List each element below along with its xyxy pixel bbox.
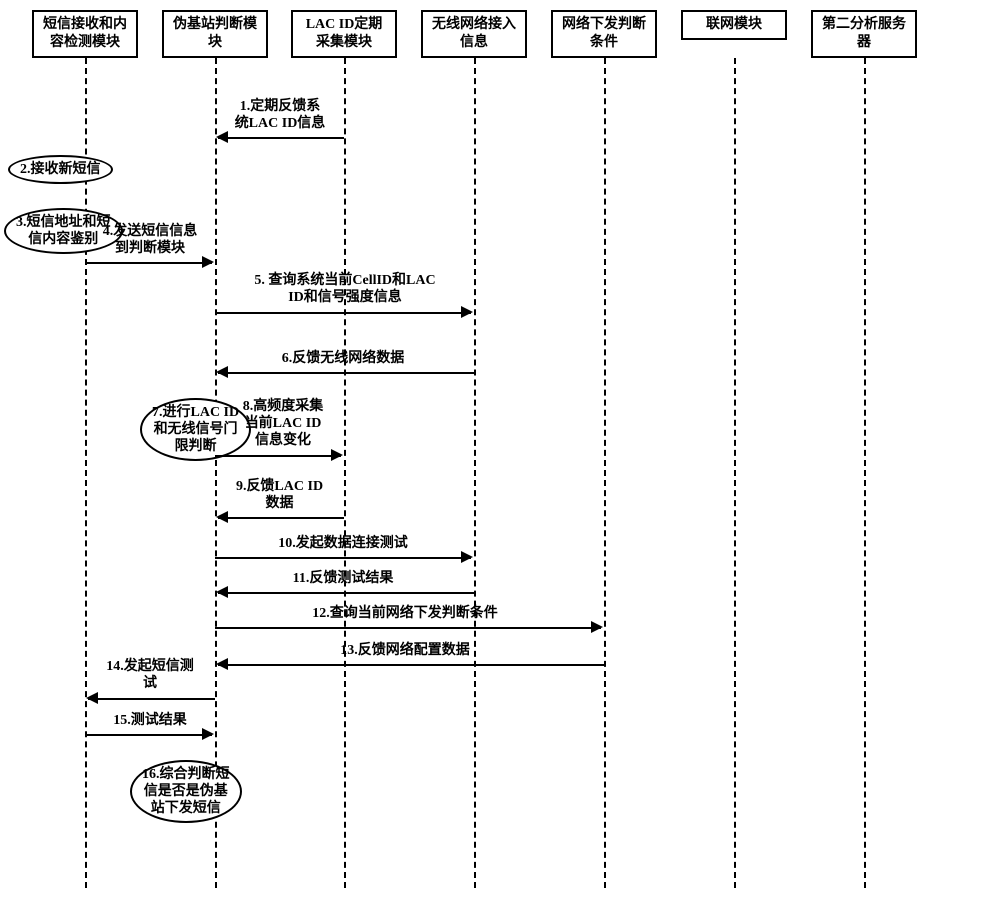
participant-network-module: 联网模块	[681, 10, 787, 40]
arrow-head	[591, 621, 603, 633]
msg-5: 5. 查询系统当前CellID和LACID和信号强度信息	[220, 272, 470, 306]
participant-fake-bs-module: 伪基站判断模块	[162, 10, 268, 58]
arrow	[85, 734, 212, 736]
arrow-head	[461, 551, 473, 563]
msg-8: 8.高频度采集当前LAC ID信息变化	[228, 398, 338, 449]
note-16: 16.综合判断短信是否是伪基站下发短信	[130, 760, 242, 823]
arrow-head	[202, 256, 214, 268]
msg-1: 1.定期反馈系统LAC ID信息	[220, 98, 340, 132]
msg-4: 4.发送短信信息到判断模块	[90, 223, 210, 257]
arrow	[218, 517, 344, 519]
arrow-head	[216, 586, 228, 598]
participant-network-cond: 网络下发判断条件	[551, 10, 657, 58]
arrow	[218, 137, 344, 139]
lifeline	[344, 58, 346, 888]
lifeline	[604, 58, 606, 888]
participant-sms-receive-module: 短信接收和内容检测模块	[32, 10, 138, 58]
lifeline	[734, 58, 736, 888]
arrow-head	[331, 449, 343, 461]
arrow	[88, 698, 215, 700]
arrow-head	[461, 306, 473, 318]
arrow	[215, 627, 601, 629]
arrow	[85, 262, 212, 264]
lifeline	[864, 58, 866, 888]
participant-second-server: 第二分析服务器	[811, 10, 917, 58]
msg-11: 11.反馈测试结果	[248, 570, 438, 587]
participant-lacid-collect: LAC ID定期采集模块	[291, 10, 397, 58]
note-2: 2.接收新短信	[8, 155, 113, 184]
lifeline	[474, 58, 476, 888]
arrow	[218, 664, 604, 666]
lifeline	[85, 58, 87, 888]
msg-12: 12.查询当前网络下发判断条件	[260, 605, 550, 622]
msg-14: 14.发起短信测试	[90, 658, 210, 692]
msg-15: 15.测试结果	[95, 712, 205, 729]
arrow-head	[216, 366, 228, 378]
lifeline	[215, 58, 217, 888]
arrow	[215, 557, 471, 559]
msg-10: 10.发起数据连接测试	[248, 535, 438, 552]
msg-9: 9.反馈LAC ID数据	[222, 478, 337, 512]
arrow-head	[86, 692, 98, 704]
participant-wireless-info: 无线网络接入信息	[421, 10, 527, 58]
arrow	[215, 312, 471, 314]
arrow	[215, 455, 341, 457]
arrow	[218, 372, 474, 374]
msg-13: 13.反馈网络配置数据	[280, 642, 530, 659]
arrow-head	[216, 658, 228, 670]
msg-6: 6.反馈无线网络数据	[248, 350, 438, 367]
arrow	[218, 592, 474, 594]
arrow-head	[216, 511, 228, 523]
arrow-head	[202, 728, 214, 740]
arrow-head	[216, 131, 228, 143]
